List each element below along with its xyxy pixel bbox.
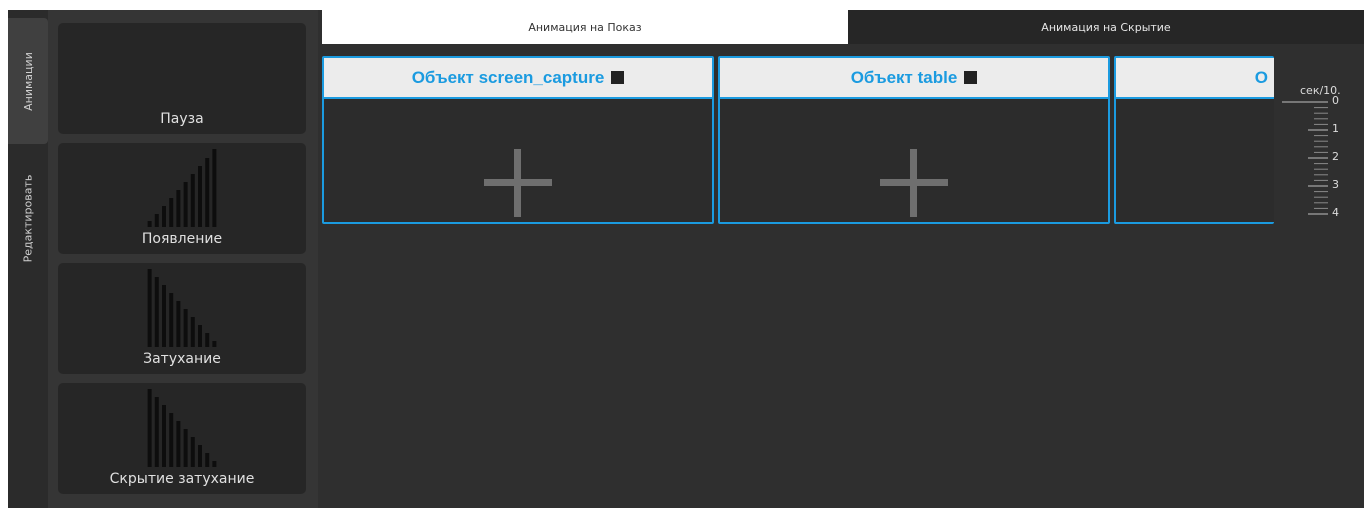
- tab-animations[interactable]: Анимации: [8, 18, 48, 144]
- add-animation-plus-icon[interactable]: [484, 149, 552, 217]
- icon-bar: [162, 206, 166, 227]
- palette-item-label: Пауза: [160, 111, 204, 127]
- tab-animations-label: Анимации: [21, 51, 35, 111]
- icon-bar: [190, 317, 195, 347]
- ruler-tick-label: 2: [1332, 150, 1339, 163]
- icon-bar: [147, 221, 152, 227]
- ruler-tick-label: 4: [1332, 206, 1339, 219]
- palette-item-label: Затухание: [143, 351, 221, 367]
- object-header: О: [1116, 58, 1274, 99]
- side-tab-bar: Анимации Редактировать: [8, 10, 48, 508]
- animation-tabs: Анимация на Показ Анимация на Скрытие: [322, 10, 1364, 44]
- icon-bar: [198, 166, 202, 227]
- timeline-area: Анимация на Показ Анимация на Скрытие Об…: [318, 10, 1364, 508]
- time-ruler: сек/10. 01234: [1276, 82, 1364, 232]
- icon-bar: [205, 333, 210, 347]
- icon-bar: [205, 453, 210, 467]
- icon-bar: [183, 309, 188, 347]
- ascending-bars-icon: [147, 149, 217, 227]
- icon-bar: [176, 190, 181, 227]
- descending-bars-icon: [147, 269, 217, 347]
- object-title: Объект table: [850, 67, 958, 87]
- tab-edit-label: Редактировать: [21, 174, 35, 262]
- object-title: Объект screen_capture: [411, 67, 605, 87]
- descending-bars-icon: [147, 389, 217, 467]
- icon-bar: [147, 389, 152, 467]
- palette-item-label: Скрытие затухание: [109, 471, 255, 487]
- object-column[interactable]: О: [1114, 56, 1274, 224]
- ruler-tick-label: 3: [1332, 178, 1339, 191]
- icon-bar: [154, 277, 159, 347]
- icon-bar: [190, 174, 195, 227]
- add-animation-plus-icon[interactable]: [880, 149, 948, 217]
- palette-item-label: Появление: [141, 231, 223, 247]
- ruler-tick-label: 1: [1332, 122, 1339, 135]
- palette-item-fade[interactable]: Затухание: [58, 263, 306, 374]
- icon-bar: [176, 301, 181, 347]
- icon-bar: [190, 437, 195, 467]
- icon-bar: [198, 445, 202, 467]
- icon-bar: [205, 158, 210, 227]
- icon-bar: [162, 405, 166, 467]
- icon-bar: [183, 429, 188, 467]
- animation-palette: Пауза Появление Затухание Скрытие затуха…: [48, 10, 318, 508]
- icon-bar: [212, 341, 217, 347]
- icon-bar: [198, 325, 202, 347]
- palette-item-appear[interactable]: Появление: [58, 143, 306, 254]
- palette-item-hide-fade[interactable]: Скрытие затухание: [58, 383, 306, 494]
- ruler-scale: [1282, 101, 1328, 215]
- object-header: Объект screen_capture: [324, 58, 712, 99]
- color-swatch-icon[interactable]: [611, 71, 625, 84]
- object-header: Объект table: [720, 58, 1108, 99]
- icon-bar: [169, 198, 174, 227]
- icon-bar: [162, 285, 166, 347]
- tab-show-animation[interactable]: Анимация на Показ: [322, 10, 848, 44]
- object-column[interactable]: Объект screen_capture: [322, 56, 714, 224]
- ruler-tick-label: 0: [1332, 94, 1339, 107]
- icon-bar: [169, 293, 174, 347]
- icon-bar: [183, 182, 188, 227]
- color-swatch-icon[interactable]: [964, 71, 978, 84]
- icon-bar: [176, 421, 181, 467]
- tab-edit[interactable]: Редактировать: [8, 148, 48, 288]
- object-title: О: [1254, 67, 1268, 87]
- icon-bar: [212, 461, 217, 467]
- icon-bar: [154, 214, 159, 227]
- icon-bar: [169, 413, 174, 467]
- tab-hide-animation[interactable]: Анимация на Скрытие: [848, 10, 1364, 44]
- icon-bar: [212, 149, 217, 227]
- icon-bar: [154, 397, 159, 467]
- app-window: Анимации Редактировать Пауза Появление З…: [8, 10, 1364, 508]
- palette-item-pause[interactable]: Пауза: [58, 23, 306, 134]
- object-column[interactable]: Объект table: [718, 56, 1110, 224]
- icon-bar: [147, 269, 152, 347]
